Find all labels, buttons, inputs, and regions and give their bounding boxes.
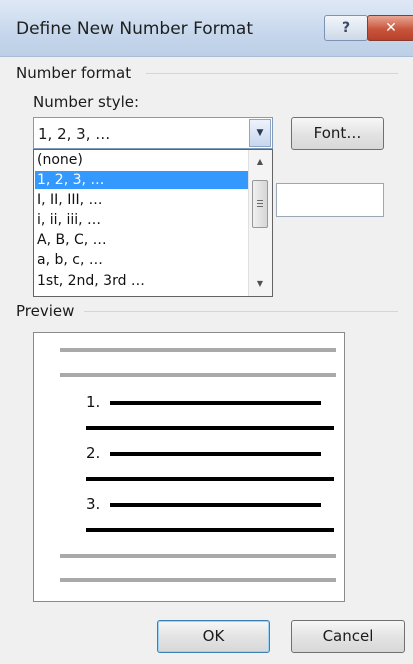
dropdown-arrow-button[interactable]: ▼ xyxy=(249,119,271,147)
preview-gray-line xyxy=(60,348,336,352)
grip-line xyxy=(257,203,263,204)
font-button[interactable]: Font… xyxy=(291,117,384,150)
list-item[interactable]: A, B, C, … xyxy=(35,231,249,249)
scroll-thumb[interactable] xyxy=(252,180,268,228)
list-item[interactable]: I, II, III, … xyxy=(35,191,249,209)
preview-item-number: 1. xyxy=(86,393,101,411)
preview-text-line xyxy=(86,528,334,532)
number-style-listbox[interactable]: (none) 1, 2, 3, … I, II, III, … i, ii, i… xyxy=(33,149,273,297)
grip-line xyxy=(257,200,263,201)
preview-text-line xyxy=(110,503,321,507)
preview-box: 1. 2. 3. xyxy=(33,332,345,602)
preview-label: Preview xyxy=(16,302,75,320)
listbox-scrollbar[interactable]: ▲ ▼ xyxy=(248,150,272,296)
font-button-label: Font… xyxy=(313,124,362,142)
ok-button-label: OK xyxy=(202,627,225,645)
number-style-value: 1, 2, 3, … xyxy=(38,125,111,143)
preview-gray-line xyxy=(60,578,336,582)
number-format-group-label: Number format xyxy=(16,64,132,82)
preview-gray-line xyxy=(60,373,336,377)
list-item[interactable]: a, b, c, … xyxy=(35,251,249,269)
list-item[interactable]: (none) xyxy=(35,151,249,169)
close-icon: ✕ xyxy=(385,20,397,36)
help-button[interactable]: ? xyxy=(324,15,368,41)
scroll-down-icon[interactable]: ▼ xyxy=(249,274,271,294)
help-icon: ? xyxy=(341,20,351,36)
grip-line xyxy=(257,206,263,207)
list-item[interactable]: i, ii, iii, … xyxy=(35,211,249,229)
preview-text-line xyxy=(86,477,334,481)
preview-gray-line xyxy=(60,554,336,558)
chevron-down-icon: ▼ xyxy=(256,128,264,138)
number-format-group-divider xyxy=(146,73,398,74)
list-item[interactable]: 1, 2, 3, … xyxy=(35,171,249,189)
preview-group-divider xyxy=(84,311,398,312)
cancel-button[interactable]: Cancel xyxy=(291,620,405,653)
number-style-label: Number style: xyxy=(33,93,140,111)
preview-item-number: 3. xyxy=(86,495,101,513)
dialog-title: Define New Number Format xyxy=(16,19,253,39)
close-button[interactable]: ✕ xyxy=(367,15,413,41)
preview-text-line xyxy=(110,401,321,405)
cancel-button-label: Cancel xyxy=(322,627,374,645)
number-format-field[interactable] xyxy=(276,183,384,217)
title-bar: Define New Number Format ? ✕ xyxy=(0,0,413,57)
number-style-dropdown[interactable]: 1, 2, 3, … ▼ xyxy=(33,117,273,149)
preview-text-line xyxy=(110,452,321,456)
preview-text-line xyxy=(86,426,334,430)
scroll-up-icon[interactable]: ▲ xyxy=(249,152,271,172)
list-item[interactable]: 1st, 2nd, 3rd … xyxy=(35,272,249,290)
ok-button[interactable]: OK xyxy=(157,620,270,653)
preview-item-number: 2. xyxy=(86,444,101,462)
